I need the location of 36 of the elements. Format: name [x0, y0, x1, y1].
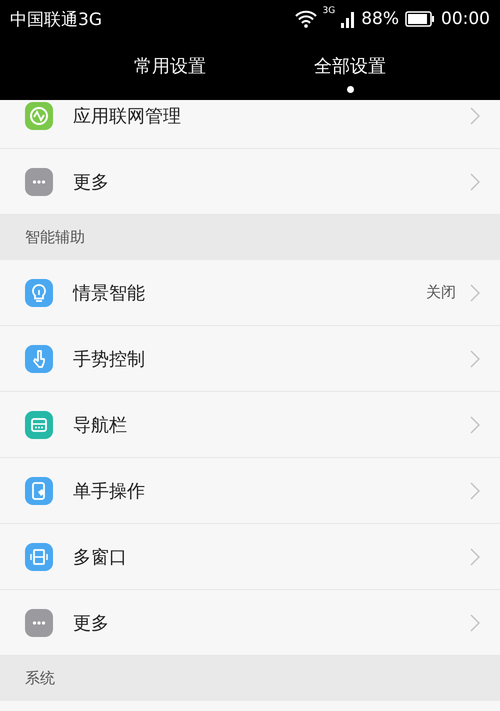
battery-level: 88% — [361, 9, 399, 29]
more-icon — [25, 168, 53, 196]
signal-icon — [341, 10, 356, 28]
wifi-icon — [294, 10, 316, 28]
chevron-icon — [470, 416, 480, 434]
section-title: 智能辅助 — [25, 228, 85, 247]
item-label: 导航栏 — [73, 414, 128, 436]
chevron-icon — [470, 172, 480, 190]
chevron-icon — [470, 284, 480, 302]
item-label: 情景智能 — [73, 282, 146, 304]
carrier-name: 中国联通3G — [10, 8, 103, 30]
chevron-icon — [470, 614, 480, 632]
chevron-icon — [470, 482, 480, 500]
more-icon — [25, 608, 53, 636]
navigation-bar-icon — [25, 410, 53, 438]
network-type: 3G — [322, 6, 336, 16]
chevron-icon — [470, 106, 480, 124]
item-value: 关闭 — [426, 283, 456, 302]
battery-icon — [405, 11, 435, 27]
clock: 00:00 — [441, 9, 490, 29]
tab[interactable]: 全部设置 — [260, 38, 440, 100]
window-icon — [25, 542, 53, 570]
item-label: 更多 — [73, 612, 110, 634]
item-label: 多窗口 — [73, 546, 128, 568]
section-title: 系统 — [25, 669, 55, 688]
item-label: 手势控制 — [73, 348, 146, 370]
phone-hand-icon — [25, 476, 53, 504]
chevron-icon — [470, 350, 480, 368]
settings-item[interactable]: 应用联网管理 — [0, 100, 500, 149]
finger-icon — [25, 344, 53, 372]
item-label: 应用联网管理 — [73, 104, 182, 128]
chevron-icon — [470, 548, 480, 566]
tab[interactable]: 常用设置 — [80, 38, 260, 100]
item-label: 更多 — [73, 170, 110, 194]
lightbulb-icon — [25, 278, 53, 306]
item-label: 单手操作 — [73, 480, 146, 502]
